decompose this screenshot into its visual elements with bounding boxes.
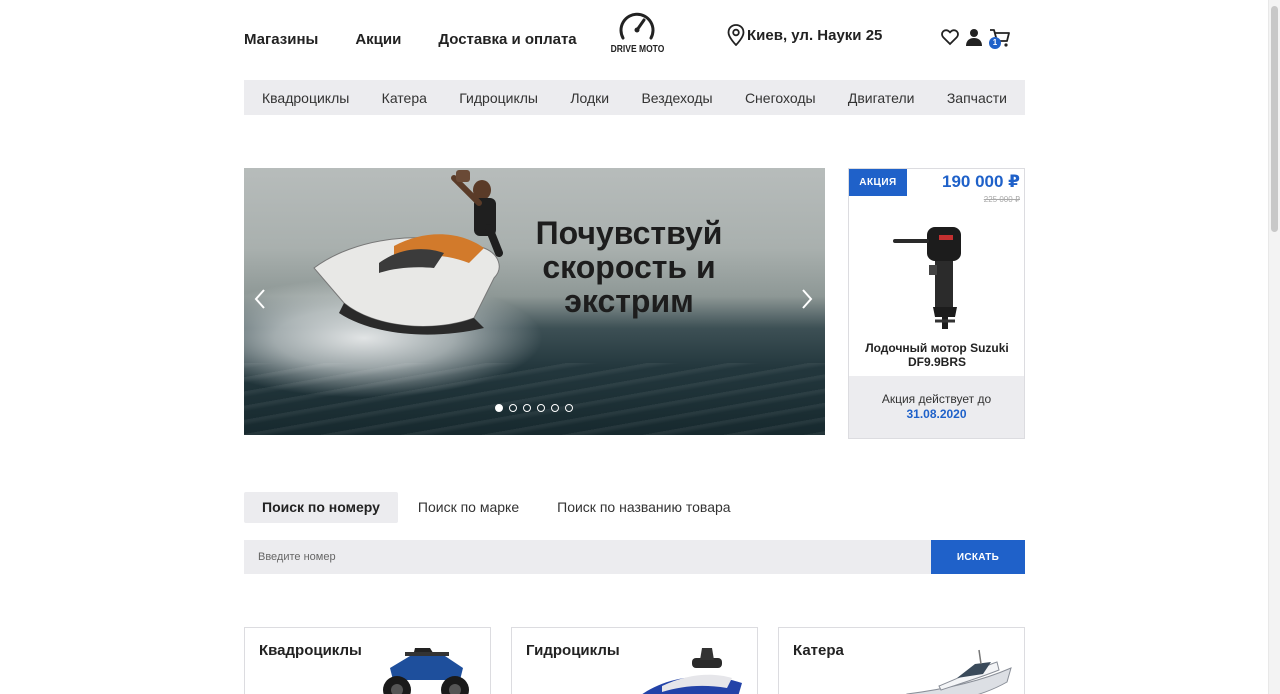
nav-delivery-link[interactable]: Доставка и оплата: [438, 31, 576, 48]
nav-stores-link[interactable]: Магазины: [244, 31, 318, 48]
slider-prev-button[interactable]: [254, 288, 266, 314]
hero-title: Почувствуй скорость и экстрим: [499, 216, 759, 318]
jetski-image: [642, 648, 742, 694]
atv-image: [383, 648, 469, 694]
page-scrollbar[interactable]: [1268, 0, 1280, 694]
category-bar: Квадроциклы Катера Гидроциклы Лодки Везд…: [244, 80, 1025, 115]
nav-promotions-link[interactable]: Акции: [355, 31, 401, 48]
slider-dot[interactable]: [509, 404, 517, 412]
tab-search-by-brand[interactable]: Поиск по марке: [398, 492, 539, 523]
tab-search-by-number[interactable]: Поиск по номеру: [244, 492, 398, 523]
wishlist-button[interactable]: [941, 28, 959, 48]
category-engines[interactable]: Двигатели: [848, 90, 915, 106]
tab-search-by-name[interactable]: Поиск по названию товара: [539, 492, 748, 523]
search-tabs: Поиск по номеру Поиск по марке Поиск по …: [244, 492, 749, 523]
promo-old-price: 225 000 ₽: [983, 195, 1020, 204]
promo-validity-label: Акция действует до: [881, 392, 992, 406]
scrollbar-thumb[interactable]: [1271, 6, 1278, 232]
hero-title-line: экстрим: [564, 283, 694, 319]
hero-waves: [244, 363, 825, 435]
category-card-motorboats[interactable]: Катера: [778, 627, 1025, 694]
location-text: Киев, ул. Науки 25: [747, 26, 883, 44]
top-nav: Магазины Акции Доставка и оплата: [244, 31, 577, 48]
category-atv[interactable]: Квадроциклы: [262, 90, 349, 106]
category-cards: Квадроциклы Гидроциклы Катера: [244, 627, 1025, 694]
category-all-terrain[interactable]: Вездеходы: [641, 90, 712, 106]
search-row: ИСКАТЬ: [244, 540, 1025, 574]
promo-validity: Акция действует до 31.08.2020: [849, 376, 1024, 438]
category-snowmobiles[interactable]: Снегоходы: [745, 90, 816, 106]
chevron-left-icon: [254, 289, 265, 309]
slider-dot[interactable]: [495, 404, 503, 412]
category-card-jetskis[interactable]: Гидроциклы: [511, 627, 758, 694]
store-location[interactable]: Киев, ул. Науки 25: [727, 24, 882, 46]
slider-dot[interactable]: [551, 404, 559, 412]
user-icon: [966, 29, 982, 46]
promo-price: 190 000 ₽: [941, 172, 1020, 191]
slider-dot[interactable]: [523, 404, 531, 412]
speedometer-icon: [619, 12, 655, 40]
category-parts[interactable]: Запчасти: [947, 90, 1007, 106]
slider-dot[interactable]: [537, 404, 545, 412]
search-input[interactable]: [244, 540, 931, 574]
card-title: Гидроциклы: [526, 642, 620, 659]
category-card-atv[interactable]: Квадроциклы: [244, 627, 491, 694]
heart-icon: [941, 29, 959, 46]
category-boats-motor[interactable]: Катера: [382, 90, 427, 106]
chevron-right-icon: [802, 289, 813, 309]
hero-slider[interactable]: Почувствуй скорость и экстрим: [244, 168, 825, 435]
promo-badge: АКЦИЯ: [849, 169, 907, 196]
card-title: Квадроциклы: [259, 642, 362, 659]
logo-text: DRIVE MOTO: [610, 44, 665, 55]
outboard-motor-image: [893, 227, 961, 329]
cart-button[interactable]: 1: [989, 28, 1011, 49]
motorboat-image: [906, 649, 1012, 694]
cart-count-badge: 1: [989, 37, 1001, 49]
hero-title-line: скорость и: [542, 249, 716, 285]
slider-dots: [495, 404, 573, 412]
category-boats[interactable]: Лодки: [570, 90, 609, 106]
hero-title-line: Почувствуй: [535, 215, 723, 251]
logo[interactable]: DRIVE MOTO: [606, 10, 668, 64]
category-jetskis[interactable]: Гидроциклы: [459, 90, 538, 106]
promo-card[interactable]: АКЦИЯ 190 000 ₽ 225 000 ₽ Лодочный мотор…: [848, 168, 1025, 439]
promo-validity-date: 31.08.2020: [906, 407, 967, 421]
account-button[interactable]: [965, 28, 983, 48]
header-actions: 1: [941, 28, 1011, 49]
card-title: Катера: [793, 642, 844, 659]
search-button[interactable]: ИСКАТЬ: [931, 540, 1025, 574]
map-pin-icon: [727, 24, 745, 46]
slider-dot[interactable]: [565, 404, 573, 412]
slider-next-button[interactable]: [801, 288, 813, 314]
promo-product-name: Лодочный мотор Suzuki DF9.9BRS: [865, 341, 1009, 369]
